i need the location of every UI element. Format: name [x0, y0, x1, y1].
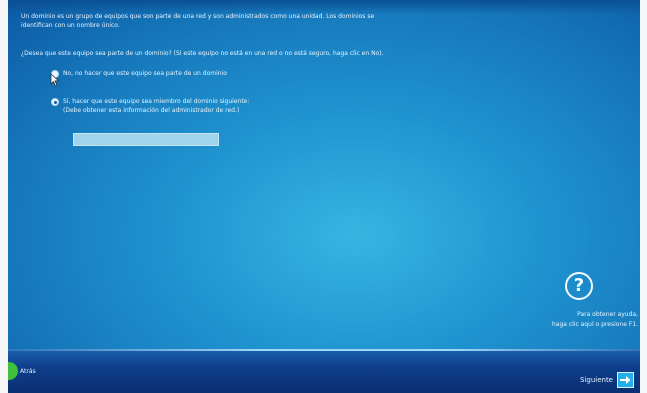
back-arrow-icon: [8, 362, 18, 380]
no-domain-label[interactable]: No, no hacer que este equipo sea parte d…: [63, 69, 227, 78]
next-button-label: Siguiente: [579, 376, 613, 384]
navigation-bar-highlight: [8, 349, 640, 351]
help-text-line-1[interactable]: Para obtener ayuda,: [577, 310, 638, 319]
yes-domain-note: (Debe obtener esta información del admin…: [63, 107, 240, 114]
domain-name-input[interactable]: [73, 133, 219, 146]
mouse-pointer-icon: [50, 73, 60, 87]
yes-domain-label[interactable]: Sí, hacer que este equipo sea miembro de…: [63, 97, 249, 106]
navigation-bar: [8, 349, 640, 393]
back-button[interactable]: Atrás: [8, 362, 36, 380]
help-icon[interactable]: ?: [565, 272, 593, 300]
intro-line-2: identifican con un nombre único.: [21, 22, 120, 29]
yes-domain-radio[interactable]: [51, 98, 59, 106]
domain-question: ¿Desea que este equipo sea parte de un d…: [21, 50, 384, 57]
next-button[interactable]: Siguiente: [580, 372, 634, 388]
back-button-label: Atrás: [20, 367, 36, 375]
setup-screen: Un dominio es un grupo de equipos que so…: [8, 0, 640, 393]
intro-line-1: Un dominio es un grupo de equipos que so…: [21, 13, 375, 20]
next-arrow-icon: [617, 372, 634, 388]
help-text-line-2[interactable]: haga clic aquí o presione F1.: [552, 320, 638, 329]
